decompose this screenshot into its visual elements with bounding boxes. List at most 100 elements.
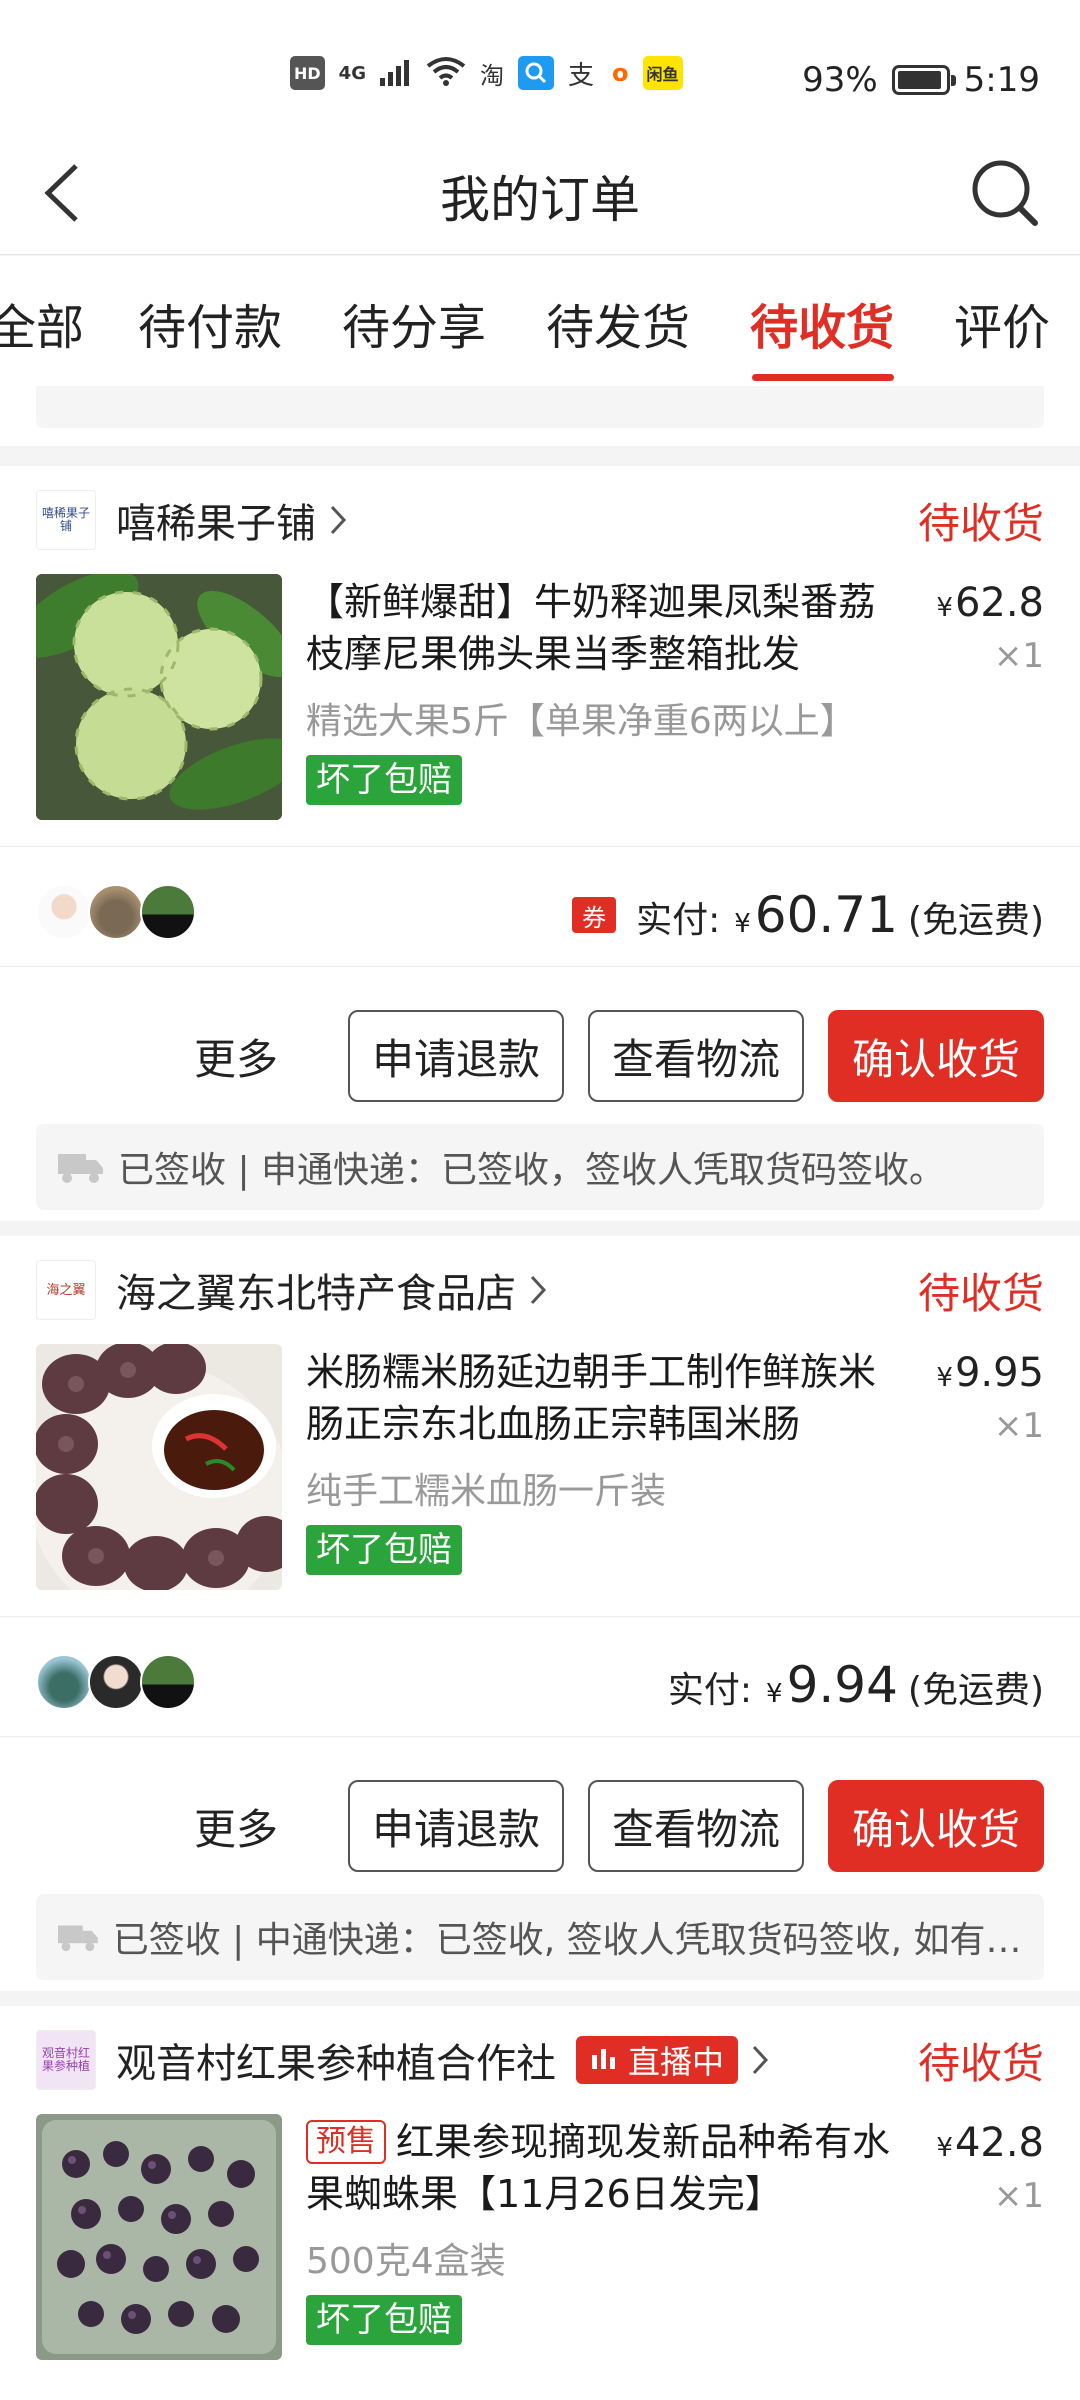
tab-all[interactable]: 全部 [0,288,84,358]
product-price: ¥42.8 [936,2120,1044,2166]
shop-row[interactable]: 观音村红果参种植 观音村红果参种植合作社 直播中 待收货 [36,2020,1044,2100]
search-app-icon [517,56,554,90]
order-card: 观音村红果参种植 观音村红果参种植合作社 直播中 待收货 预售 红果参现摘现发新… [0,2006,1080,2400]
refund-button[interactable]: 申请退款 [348,1780,564,1872]
view-logistics-button[interactable]: 查看物流 [588,1010,804,1102]
network-icon: 4G [338,62,366,84]
chevron-right-icon [330,505,347,535]
paid-label: 实付: [636,900,721,941]
avatar [140,1654,196,1710]
logistics-bar[interactable]: 已签收 | 申通快递：已签收，签收人凭取货码签收。 [36,1124,1044,1210]
paid-label: 实付: [667,1670,753,1711]
tab-pending-receipt[interactable]: 待收货 [750,288,894,358]
logistics-text: 已签收 | 中通快递：已签收, 签收人凭取货码签收, 如有疑问请联系 [112,1920,1044,1961]
blood-sausage-image [36,1344,282,1590]
presale-tag: 预售 [306,2120,386,2164]
product-image[interactable] [36,1344,282,1590]
shop-row[interactable]: 嘻稀果子铺 嘻稀果子铺 待收货 [36,480,1044,560]
product-title-text: 预售 红果参现摘现发新品种希有水果蜘蛛果【11月26日发完】 [306,2116,906,2220]
product-title-text: 米肠糯米肠延边朝手工制作鲜族米肠正宗东北血肠正宗韩国米肠 [306,1350,877,1446]
tab-pending-shipment[interactable]: 待发货 [546,288,690,358]
live-badge[interactable]: 直播中 [576,2036,739,2084]
product-title[interactable]: 预售 红果参现摘现发新品种希有水果蜘蛛果【11月26日发完】 [306,2116,906,2220]
divider [0,1736,1080,1737]
more-button[interactable]: 更多 [194,1026,278,1087]
more-button[interactable]: 更多 [194,1796,278,1857]
shipping-note: (免运费) [907,1670,1044,1711]
buyer-avatars[interactable] [36,884,196,940]
order-card-previous [0,386,1080,446]
divider [0,846,1080,847]
paid-summary: 实付: ¥ 9.94 (免运费) [668,1656,1044,1714]
view-logistics-button[interactable]: 查看物流 [588,1780,804,1872]
avatar [36,884,92,940]
battery-percent: 93% [802,60,878,100]
yen-symbol: ¥ [936,593,953,623]
live-badge-label: 直播中 [628,2043,725,2081]
order-list[interactable]: 嘻稀果子铺 嘻稀果子铺 待收货 【新鲜爆甜】牛奶释迦果凤梨番荔枝摩尼果佛头果当季… [0,386,1080,2400]
product-image[interactable] [36,2114,282,2360]
search-icon [972,160,1038,226]
confirm-receipt-button[interactable]: 确认收货 [828,1010,1044,1102]
product-qty: ×1 [993,2176,1044,2216]
divider [0,1616,1080,1617]
product-price: ¥9.95 [936,1350,1044,1396]
product-qty: ×1 [993,1406,1044,1446]
custard-apple-image [36,574,282,820]
price-value: 9.95 [954,1350,1044,1396]
avatar [88,884,144,940]
paid-amount: 9.94 [786,1656,898,1714]
price-value: 42.8 [954,2120,1044,2166]
order-status: 待收货 [917,2038,1044,2088]
shop-name: 海之翼东北特产食品店 [116,1271,516,1317]
tab-review[interactable]: 评价 [954,288,1050,358]
search-button[interactable] [960,148,1050,238]
divider [0,966,1080,967]
status-bar: HD 4G 淘 支 o 闲鱼 93% 5:19 [0,0,1080,130]
product-spec: 500克4盒装 [306,2241,506,2282]
status-icons: HD 4G 淘 支 o 闲鱼 [290,56,683,91]
logistics-bar[interactable]: 已签收 | 中通快递：已签收, 签收人凭取货码签收, 如有疑问请联系 [36,1894,1044,1980]
avatar [36,1654,92,1710]
confirm-receipt-button[interactable]: 确认收货 [828,1780,1044,1872]
app-header: 我的订单 [0,130,1080,255]
price-value: 62.8 [954,580,1044,626]
product-title[interactable]: 米肠糯米肠延边朝手工制作鲜族米肠正宗东北血肠正宗韩国米肠 [306,1346,906,1450]
order-actions: 更多 申请退款 查看物流 确认收货 [194,1010,1044,1102]
buyer-avatars[interactable] [36,1654,196,1710]
shop-row[interactable]: 海之翼 海之翼东北特产食品店 待收货 [36,1250,1044,1330]
order-status: 待收货 [917,498,1044,548]
battery-icon [891,65,956,95]
page-title: 我的订单 [440,171,640,229]
yen-symbol: ¥ [766,1679,783,1709]
product-qty: ×1 [993,636,1044,676]
chevron-right-icon [530,1275,547,1305]
tab-pending-payment[interactable]: 待付款 [138,288,282,358]
order-actions: 更多 申请退款 查看物流 确认收货 [194,1780,1044,1872]
paid-summary: 券 实付: ¥ 60.71 (免运费) [572,886,1044,944]
coupon-badge: 券 [572,897,617,933]
app-icon: o [612,59,629,87]
red-fruit-ginseng-image [36,2114,282,2360]
clock: 5:19 [963,60,1040,100]
product-title[interactable]: 【新鲜爆甜】牛奶释迦果凤梨番荔枝摩尼果佛头果当季整箱批发 [306,576,906,680]
hd-icon: HD [290,56,325,90]
order-card: 海之翼 海之翼东北特产食品店 待收货 米肠糯米肠延边朝手工制作鲜族米肠正宗东北血… [0,1236,1080,1991]
taobao-icon: 淘 [479,61,504,90]
product-image[interactable] [36,574,282,820]
refund-button[interactable]: 申请退款 [348,1010,564,1102]
order-tabs: 全部 待付款 待分享 待发货 待收货 评价 [0,256,1080,386]
wifi-icon [426,56,466,90]
guarantee-badge: 坏了包赔 [306,1525,462,1575]
shipping-note: (免运费) [907,900,1044,941]
tab-pending-share[interactable]: 待分享 [342,288,486,358]
truck-icon [58,1154,103,1183]
product-spec: 纯手工糯米血肠一斤装 [306,1471,667,1512]
order-status: 待收货 [917,1268,1044,1318]
logistics-bar [36,386,1044,428]
truck-icon [58,1925,98,1952]
shop-logo: 观音村红果参种植 [36,2030,96,2090]
guarantee-badge: 坏了包赔 [306,2295,462,2345]
chevron-right-icon [752,2045,769,2075]
guarantee-badge: 坏了包赔 [306,755,462,805]
